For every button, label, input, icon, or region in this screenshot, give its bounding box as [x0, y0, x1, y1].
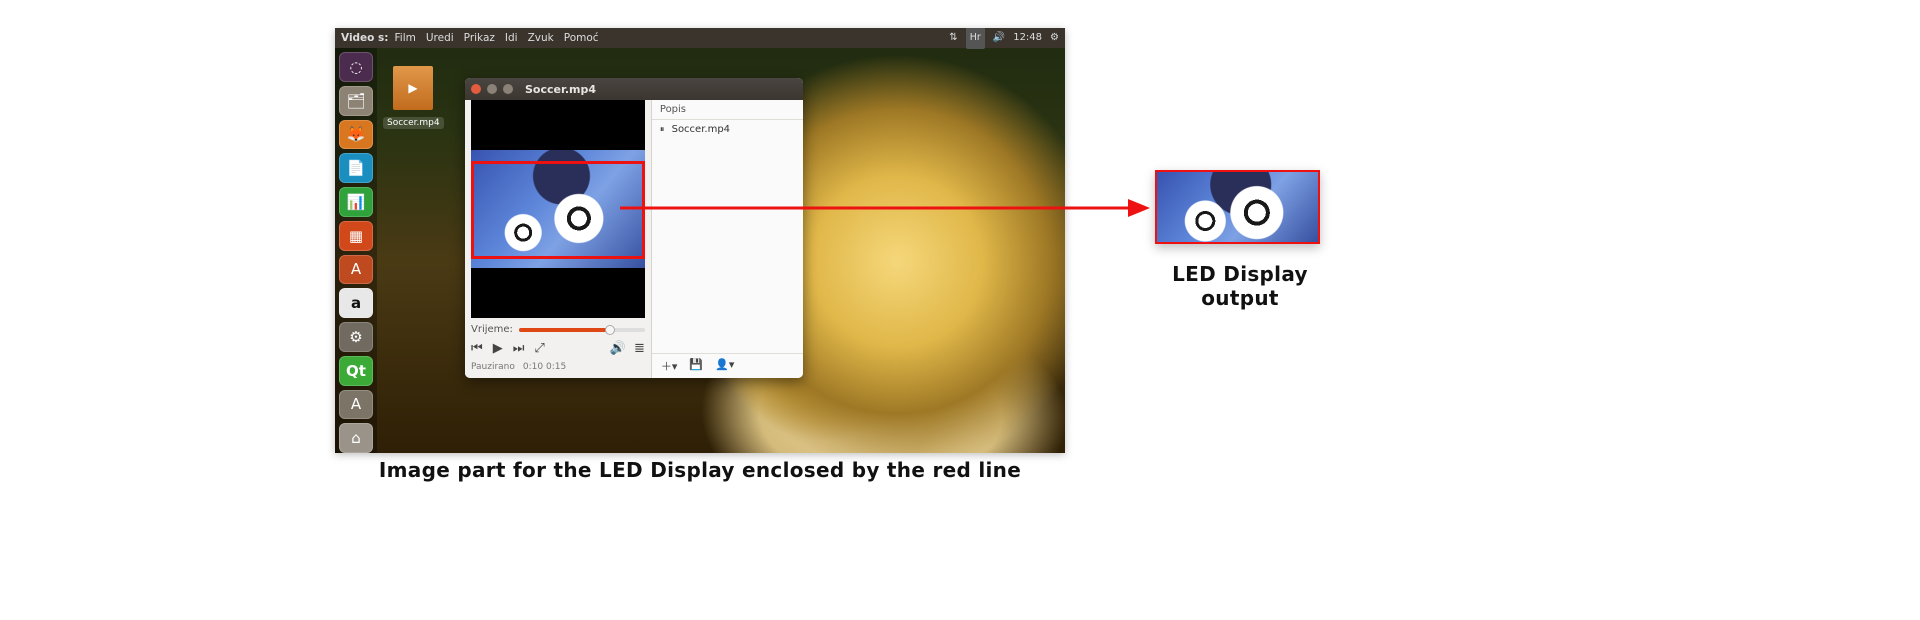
app-title: Video s: — [341, 28, 389, 48]
menu-uredi[interactable]: Uredi — [426, 28, 454, 48]
impress-icon[interactable]: ▦ — [339, 221, 373, 251]
system-settings-icon[interactable]: ⚙ — [339, 322, 373, 352]
menu-idi[interactable]: Idi — [505, 28, 518, 48]
window-close-button[interactable] — [471, 84, 481, 94]
menu-film[interactable]: Film — [395, 28, 416, 48]
led-output-caption: LED Display output — [1140, 262, 1340, 310]
playlist-add-button[interactable]: ＋▾ — [658, 358, 681, 374]
menu-prikaz[interactable]: Prikaz — [464, 28, 495, 48]
playback-status: Pauzirano — [471, 362, 515, 372]
playlist-header: Popis — [652, 100, 803, 120]
playlist-item[interactable]: ⏸ Soccer.mp4 — [652, 120, 803, 139]
window-maximize-button[interactable] — [503, 84, 513, 94]
playlist-toggle-button[interactable]: ≣ — [634, 341, 645, 356]
playlist-item-pause-icon: ⏸ — [660, 125, 665, 135]
window-minimize-button[interactable] — [487, 84, 497, 94]
play-button[interactable]: ▶ — [493, 341, 503, 356]
playlist-pane: Popis ⏸ Soccer.mp4 ＋▾ 💾 👤▾ — [651, 100, 803, 378]
fullscreen-button[interactable]: ⤢ — [534, 341, 544, 356]
top-menubar: Video s: Film Uredi Prikaz Idi Zvuk Pomo… — [335, 28, 1065, 48]
window-title: Soccer.mp4 — [525, 83, 596, 96]
volume-icon[interactable]: 🔊 — [610, 341, 626, 356]
playback-time: 0:10 0:15 — [523, 362, 566, 372]
crop-rectangle — [471, 161, 645, 259]
font-util-icon[interactable]: A — [339, 255, 373, 285]
skip-back-button[interactable]: ⏮ — [471, 341, 483, 356]
time-label: Vrijeme: — [471, 324, 513, 335]
playlist-save-button[interactable]: 💾 — [686, 358, 706, 374]
unity-launcher: ◌ 🗂 🦊 📄 📊 ▦ A a ⚙ Qt A ⌂ — [335, 48, 377, 453]
drive-icon[interactable]: ⌂ — [339, 423, 373, 453]
software-updater-icon[interactable]: A — [339, 390, 373, 420]
skip-forward-button[interactable]: ⏭ — [513, 341, 525, 356]
playlist-user-button[interactable]: 👤▾ — [712, 358, 737, 374]
files-icon[interactable]: 🗂 — [339, 86, 373, 116]
playlist-item-label: Soccer.mp4 — [672, 124, 730, 135]
clock-indicator[interactable]: 12:48 — [1013, 28, 1042, 48]
dash-icon[interactable]: ◌ — [339, 52, 373, 82]
network-indicator-icon[interactable]: ⇅ — [949, 28, 957, 48]
video-canvas[interactable] — [471, 100, 645, 318]
bottom-caption: Image part for the LED Display enclosed … — [335, 458, 1065, 482]
window-titlebar[interactable]: Soccer.mp4 — [465, 78, 803, 100]
qt-icon[interactable]: Qt — [339, 356, 373, 386]
playlist-toolbar: ＋▾ 💾 👤▾ — [652, 353, 803, 378]
video-file-icon: ▶ — [393, 66, 433, 110]
ubuntu-desktop: Video s: Film Uredi Prikaz Idi Zvuk Pomo… — [335, 28, 1065, 453]
menu-zvuk[interactable]: Zvuk — [528, 28, 554, 48]
led-output-thumbnail — [1155, 170, 1320, 244]
menu-pomoc[interactable]: Pomoć — [564, 28, 599, 48]
media-player-window: Soccer.mp4 Vrijeme: ⏮ ▶ ⏭ — [465, 78, 803, 378]
session-gear-icon[interactable]: ⚙ — [1050, 28, 1059, 48]
calc-icon[interactable]: 📊 — [339, 187, 373, 217]
amazon-icon[interactable]: a — [339, 288, 373, 318]
firefox-icon[interactable]: 🦊 — [339, 120, 373, 150]
desktop-file-label: Soccer.mp4 — [383, 117, 444, 129]
writer-icon[interactable]: 📄 — [339, 153, 373, 183]
desktop-file-soccer[interactable]: ▶ Soccer.mp4 — [383, 66, 443, 129]
volume-indicator-icon[interactable]: 🔊 — [993, 28, 1005, 48]
player-main-pane: Vrijeme: ⏮ ▶ ⏭ ⤢ 🔊 ≣ — [465, 100, 651, 378]
language-indicator[interactable]: Hr — [966, 28, 985, 49]
seek-slider[interactable] — [519, 328, 645, 332]
